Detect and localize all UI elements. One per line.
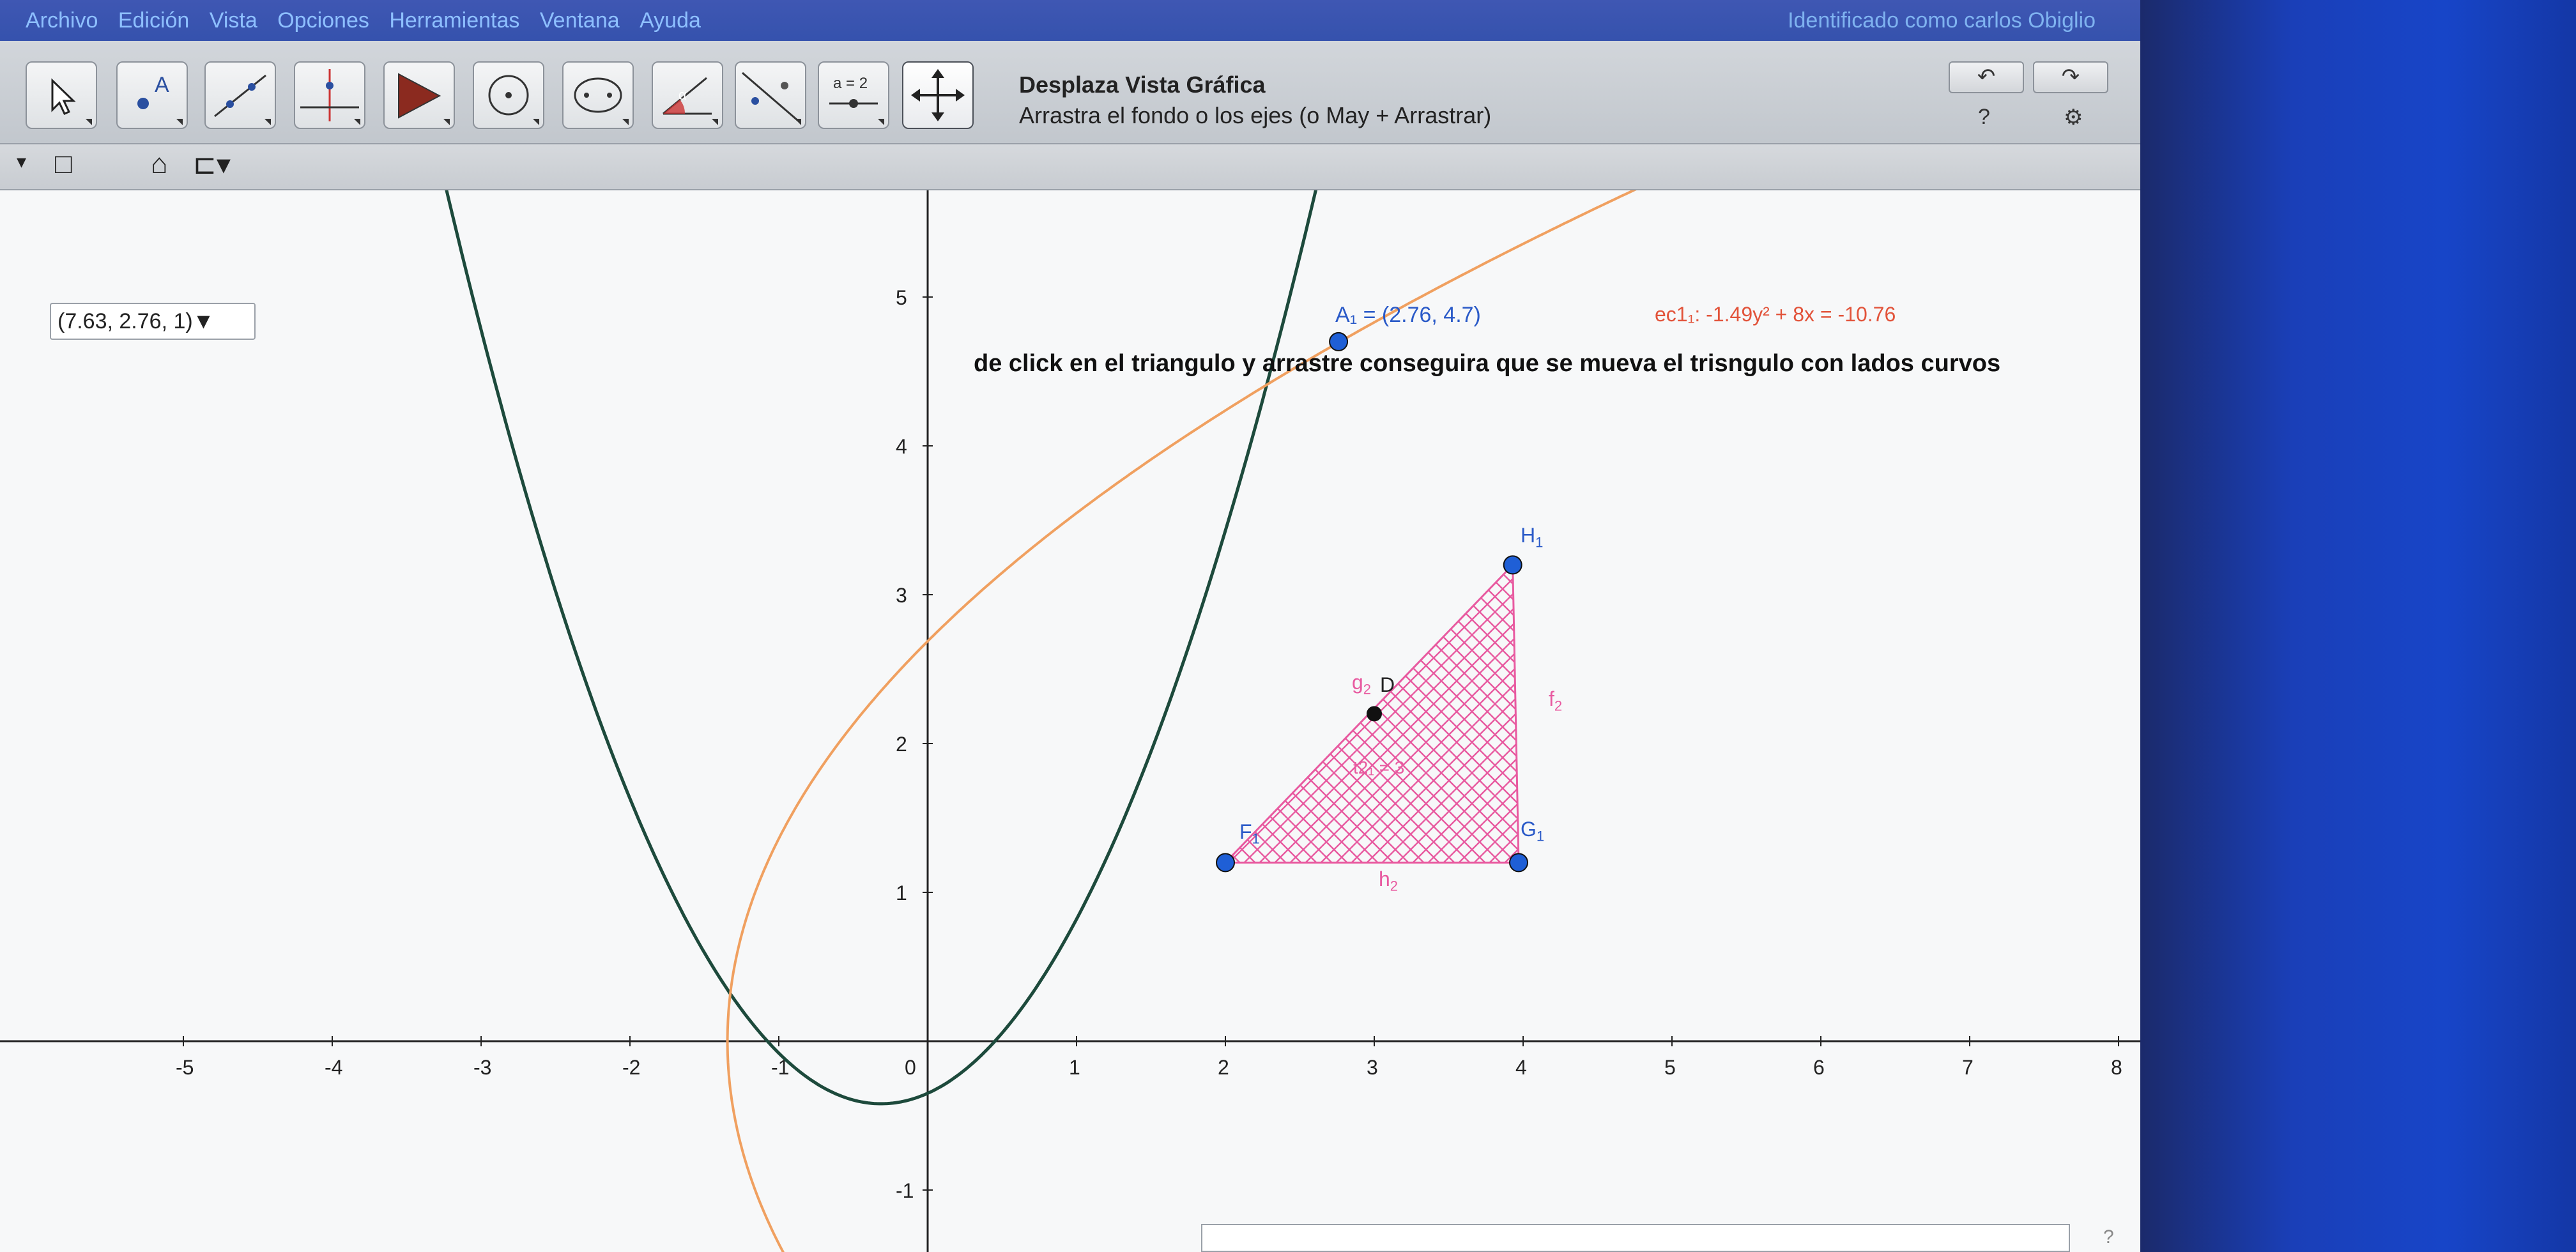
x-tick-label: 4 <box>1515 1056 1527 1079</box>
reflect-about-line-icon <box>742 72 798 121</box>
point-f1-label: F1 <box>1239 820 1260 847</box>
x-tick-label: 6 <box>1813 1056 1825 1079</box>
y-tick-label: 2 <box>896 733 907 756</box>
geogebra-window: Archivo Edición Vista Opciones Herramien… <box>0 0 2140 1252</box>
line-tool-button[interactable] <box>204 61 276 129</box>
settings-gear-icon[interactable]: ⚙ <box>2064 105 2083 130</box>
polygon-icon <box>398 73 441 119</box>
style-bar: ▾ □ ⌂ ⊏▾ <box>0 144 2140 190</box>
x-tick-label: -5 <box>176 1056 194 1079</box>
y-tick-label: 3 <box>896 584 907 607</box>
point-a-icon: A <box>137 73 169 109</box>
instruction-text: de click en el triangulo y arrastre cons… <box>974 350 2001 377</box>
active-tool-help: Arrastra el fondo o los ejes (o May + Ar… <box>1019 102 1492 128</box>
ec1-equation-label: ec1₁: -1.49y² + 8x = -10.76 <box>1655 303 1896 326</box>
parabola-curve[interactable] <box>411 190 1351 1106</box>
menu-ventana[interactable]: Ventana <box>540 0 620 41</box>
y-tick-label: 5 <box>896 286 907 309</box>
point-h1[interactable] <box>1503 555 1522 575</box>
menu-herramientas[interactable]: Herramientas <box>389 0 519 41</box>
stylebar-toggle-icon[interactable]: ▾ <box>17 151 26 173</box>
angle-icon: α <box>663 77 712 115</box>
help-icon[interactable]: ? <box>1978 105 1990 130</box>
move-graphics-view-tool-button[interactable] <box>902 61 974 129</box>
login-status[interactable]: Identificado como carlos Obiglio <box>1788 0 2096 41</box>
region-t2-label: t2₁ = 3 <box>1353 758 1405 777</box>
curve-g2-label: g2 <box>1352 671 1372 698</box>
point-coordinates-popup[interactable]: (7.63, 2.76, 1)▼ <box>50 303 256 340</box>
input-help-icon[interactable]: ? <box>2103 1226 2114 1248</box>
curve-f2-label: f2 <box>1549 687 1563 714</box>
capture-menu-icon[interactable]: ⊏▾ <box>193 148 231 181</box>
perpendicular-line-icon <box>300 69 359 121</box>
menu-ayuda[interactable]: Ayuda <box>640 0 701 41</box>
svg-text:A: A <box>155 73 169 97</box>
menu-bar: Archivo Edición Vista Opciones Herramien… <box>0 0 2140 41</box>
y-tick-label: 4 <box>896 435 907 458</box>
circle-tool-button[interactable] <box>473 61 544 129</box>
undo-button[interactable]: ↶ <box>1949 61 2024 93</box>
move-tool-button[interactable] <box>26 61 97 129</box>
svg-text:a = 2: a = 2 <box>833 75 868 92</box>
redo-button[interactable]: ↷ <box>2033 61 2108 93</box>
conic-tool-button[interactable] <box>562 61 634 129</box>
reflect-tool-button[interactable] <box>735 61 806 129</box>
monitor-bezel <box>2140 0 2576 1252</box>
menu-vista[interactable]: Vista <box>210 0 257 41</box>
point-f1[interactable] <box>1216 853 1235 873</box>
point-g1[interactable] <box>1509 853 1529 873</box>
x-tick-label: -3 <box>473 1056 491 1079</box>
curve-h2-label: h2 <box>1379 867 1399 894</box>
x-tick-label: 8 <box>2111 1056 2122 1079</box>
toolbar: A α a = 2 Desplaza Vista Gráfica Arrastr… <box>0 41 2140 144</box>
move-view-icon <box>911 69 965 121</box>
svg-text:α: α <box>678 87 687 103</box>
x-tick-label: -2 <box>622 1056 640 1079</box>
x-tick-label: 1 <box>1069 1056 1080 1079</box>
input-bar[interactable] <box>1201 1224 2070 1252</box>
menu-edicion[interactable]: Edición <box>118 0 190 41</box>
menu-opciones[interactable]: Opciones <box>277 0 369 41</box>
line-through-points-icon <box>214 74 266 118</box>
menu-archivo[interactable]: Archivo <box>26 0 98 41</box>
y-tick-label: 1 <box>896 882 907 905</box>
slider-icon: a = 2 <box>829 75 878 108</box>
circle-center-point-icon <box>488 75 529 116</box>
x-tick-label: 3 <box>1367 1056 1378 1079</box>
point-a1-label: A₁ = (2.76, 4.7) <box>1335 303 1481 327</box>
cursor-arrow-icon <box>51 78 76 115</box>
point-h1-label: H1 <box>1521 524 1544 551</box>
perpendicular-tool-button[interactable] <box>294 61 365 129</box>
point-d-label: D <box>1380 673 1395 696</box>
ellipse-icon <box>574 77 622 113</box>
x-tick-label: 7 <box>1962 1056 1974 1079</box>
home-icon[interactable]: ⌂ <box>151 148 168 180</box>
point-d[interactable] <box>1367 706 1382 722</box>
angle-tool-button[interactable]: α <box>652 61 723 129</box>
point-tool-button[interactable]: A <box>116 61 188 129</box>
x-tick-label: -4 <box>325 1056 342 1079</box>
point-a1[interactable] <box>1329 332 1349 351</box>
y-tick-label: -1 <box>896 1179 914 1202</box>
x-tick-label: 0 <box>905 1056 916 1079</box>
point-g1-label: G1 <box>1521 818 1545 844</box>
polygon-tool-button[interactable] <box>383 61 455 129</box>
x-tick-label: 5 <box>1664 1056 1676 1079</box>
active-tool-title: Desplaza Vista Gráfica <box>1019 72 1266 98</box>
x-tick-label: 2 <box>1218 1056 1229 1079</box>
graphics-view[interactable]: -5 -4 -3 -2 -1 0 1 2 3 4 5 6 7 8 -1 1 2 3 4 5 (7.63, 2.76, … <box>0 190 2140 1252</box>
axes-toggle-icon[interactable]: □ <box>55 148 72 180</box>
slider-tool-button[interactable]: a = 2 <box>818 61 889 129</box>
